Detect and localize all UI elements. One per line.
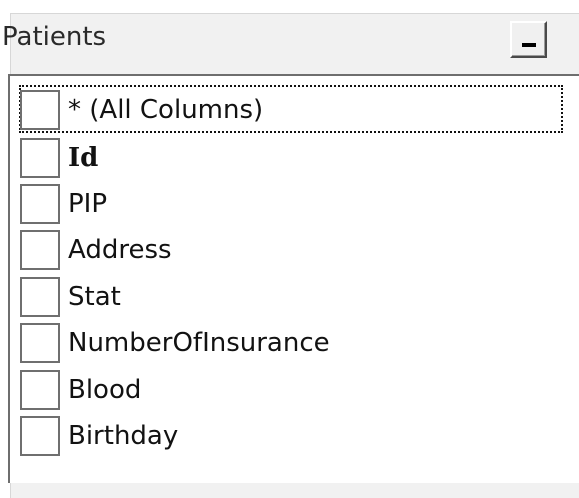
list-item-all-columns[interactable]: * (All Columns) [19,85,563,133]
list-item-pip[interactable]: PIP [20,180,420,226]
list-item-label: * (All Columns) [68,95,264,125]
list-item-birthday[interactable]: Birthday [20,412,420,458]
minimize-icon [522,43,536,47]
list-item-label: Address [68,235,172,265]
list-item-stat[interactable]: Stat [20,273,420,319]
list-item-label: Id [68,143,99,173]
checkbox[interactable] [20,323,60,363]
checkbox[interactable] [20,277,60,317]
checkbox[interactable] [20,90,60,130]
list-item-blood[interactable]: Blood [20,366,420,412]
list-item-label: NumberOfInsurance [68,328,330,358]
list-item-numberofinsurance[interactable]: NumberOfInsurance [20,319,420,365]
list-item-label: Blood [68,375,142,405]
minimize-button[interactable] [510,21,547,58]
list-item-address[interactable]: Address [20,226,420,272]
list-item-id[interactable]: Id [20,134,420,180]
checkbox[interactable] [20,370,60,410]
checkbox[interactable] [20,230,60,270]
panel-title: Patients [2,22,107,52]
list-item-label: Birthday [68,421,179,451]
checkbox[interactable] [20,416,60,456]
checkbox[interactable] [20,138,60,178]
columns-list[interactable]: * (All Columns) Id PIP Address Stat Numb… [8,74,579,483]
list-item-label: PIP [68,189,108,219]
list-item-label: Stat [68,282,121,312]
checkbox[interactable] [20,184,60,224]
